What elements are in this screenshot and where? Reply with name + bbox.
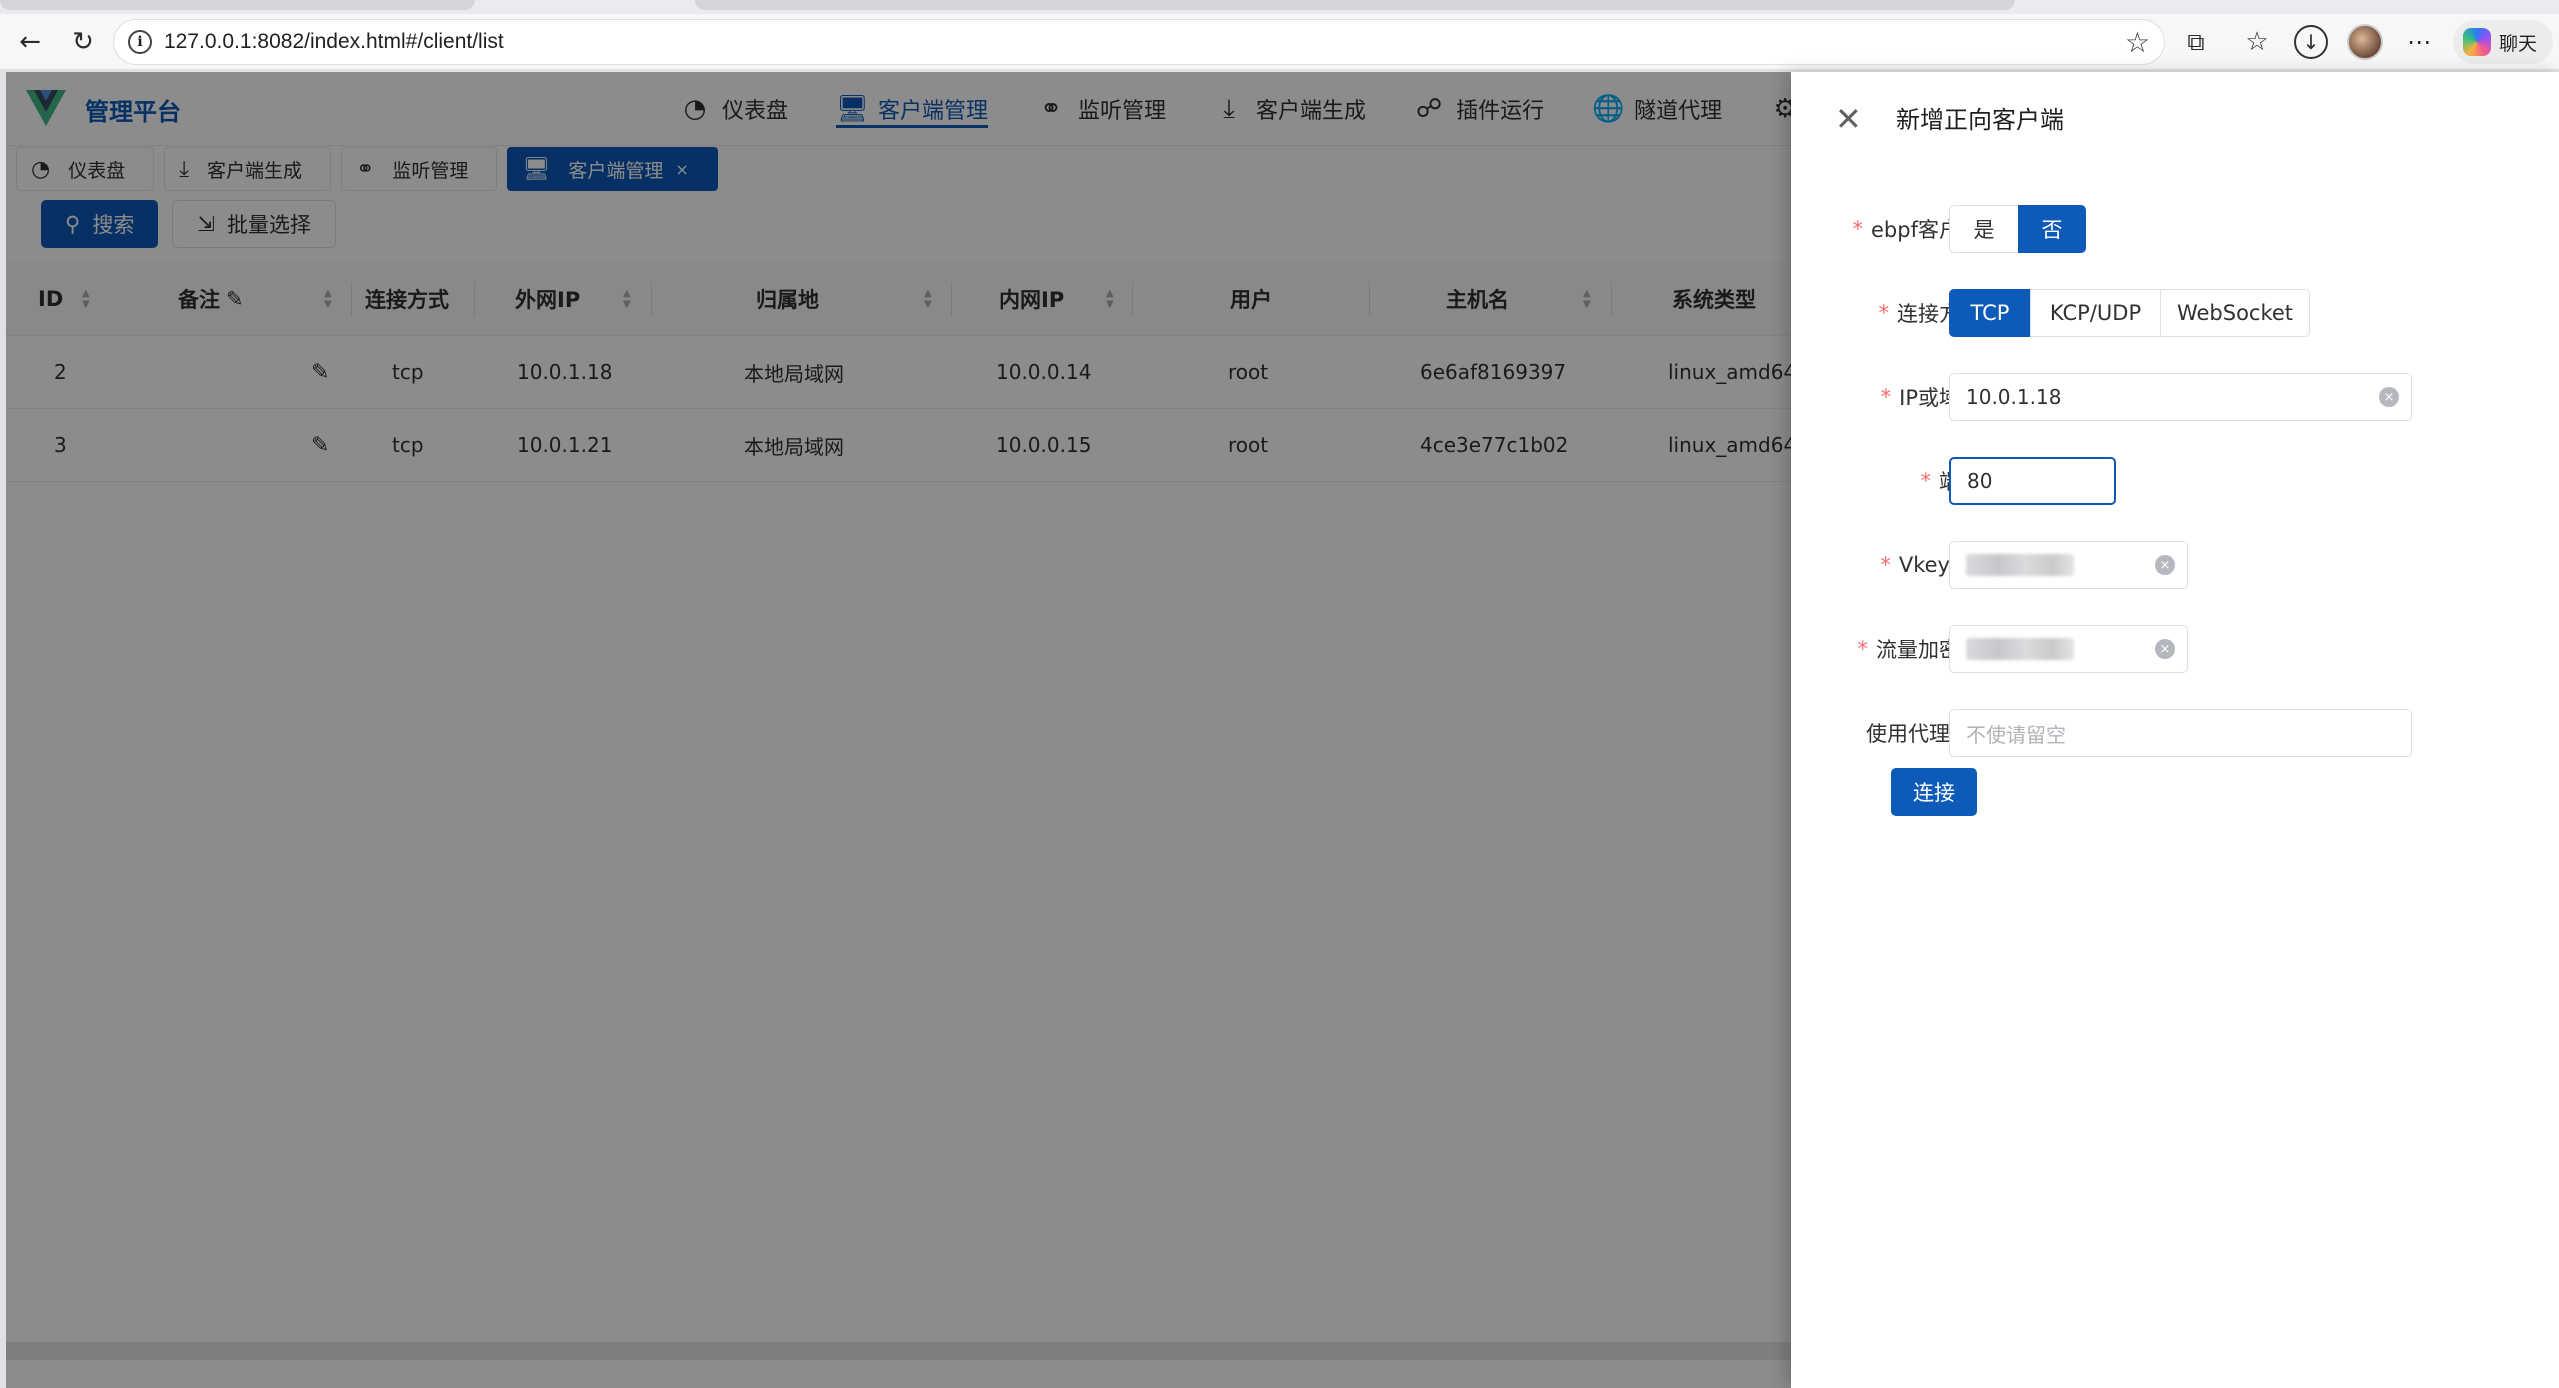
port-input[interactable]: 80 — [1949, 457, 2116, 505]
connection-label: * 连接方式 — [1741, 289, 1982, 337]
proxy-input[interactable]: 不使请留空 — [1949, 709, 2412, 757]
required-mark: * — [1857, 637, 1869, 661]
proxy-label: 使用代理 i — [1741, 709, 1981, 757]
downloads-icon[interactable]: ↓ — [2293, 24, 2329, 60]
conn-option-tcp[interactable]: TCP — [1949, 289, 2031, 337]
back-icon[interactable]: ← — [12, 24, 48, 60]
profile-avatar[interactable] — [2347, 24, 2383, 60]
close-icon[interactable]: ✕ — [1835, 100, 1862, 138]
url-text[interactable]: 127.0.0.1:8082/index.html#/client/list — [164, 30, 504, 54]
clear-icon[interactable]: × — [2379, 387, 2399, 407]
favorites-icon[interactable]: ☆ — [2239, 24, 2275, 60]
browser-tab[interactable] — [695, 0, 2015, 10]
required-mark: * — [1880, 553, 1891, 577]
required-mark: * — [1880, 385, 1892, 409]
chat-label: 聊天 — [2499, 32, 2538, 55]
vkey-label: * Vkey i — [1741, 541, 1981, 589]
vkey-input[interactable]: × — [1949, 541, 2188, 589]
clear-icon[interactable]: × — [2155, 555, 2175, 575]
required-mark: * — [1852, 217, 1864, 241]
copilot-icon — [2463, 28, 2491, 56]
browser-tab-strip — [0, 0, 2559, 14]
proxy-label-text: 使用代理 — [1866, 722, 1950, 746]
redacted-value — [1966, 554, 2074, 576]
drawer-title: 新增正向客户端 — [1896, 106, 2064, 134]
salt-input[interactable]: × — [1949, 625, 2188, 673]
site-info-icon[interactable]: i — [128, 30, 152, 54]
ebpf-toggle: 是 否 — [1949, 205, 2086, 253]
browser-tab[interactable] — [0, 0, 475, 10]
connect-button[interactable]: 连接 — [1891, 768, 1977, 816]
conn-option-kcp-udp[interactable]: KCP/UDP — [2030, 289, 2161, 337]
required-mark: * — [1920, 469, 1932, 493]
vkey-label-text: Vkey — [1898, 553, 1950, 577]
host-label: * IP或域名 — [1741, 373, 1981, 421]
salt-label: * 流量加密盐 — [1741, 625, 1982, 673]
host-input-value: 10.0.1.18 — [1966, 385, 2062, 409]
new-forward-client-drawer: ✕ 新增正向客户端 * ebpf客户端 是 否 * 连接方式 TCP KCP/U… — [1791, 72, 2559, 1388]
more-menu-icon[interactable]: ⋯ — [2401, 24, 2437, 60]
host-input[interactable]: 10.0.1.18 × — [1949, 373, 2412, 421]
proxy-placeholder: 不使请留空 — [1966, 722, 2066, 747]
port-label: * 端口 — [1741, 457, 1982, 505]
redacted-value — [1966, 638, 2074, 660]
address-bar[interactable]: i 127.0.0.1:8082/index.html#/client/list… — [113, 19, 2165, 65]
connection-type-toggle: TCP KCP/UDP WebSocket — [1949, 289, 2310, 337]
required-mark: * — [1878, 301, 1890, 325]
port-input-value: 80 — [1967, 469, 1993, 493]
conn-option-websocket[interactable]: WebSocket — [2160, 289, 2310, 337]
copilot-chat-button[interactable]: 聊天 — [2453, 20, 2553, 64]
reload-icon[interactable]: ↻ — [65, 24, 101, 60]
extensions-icon[interactable]: ⧉ — [2178, 24, 2214, 60]
clear-icon[interactable]: × — [2155, 639, 2175, 659]
ebpf-option-no[interactable]: 否 — [2018, 205, 2086, 253]
browser-toolbar: ← ↻ i 127.0.0.1:8082/index.html#/client/… — [0, 14, 2559, 70]
ebpf-label: * ebpf客户端 — [1741, 205, 1981, 253]
bookmark-star-icon[interactable]: ☆ — [2125, 26, 2150, 59]
ebpf-option-yes[interactable]: 是 — [1949, 205, 2019, 253]
drawer-overlay-mask[interactable] — [6, 72, 1791, 1388]
